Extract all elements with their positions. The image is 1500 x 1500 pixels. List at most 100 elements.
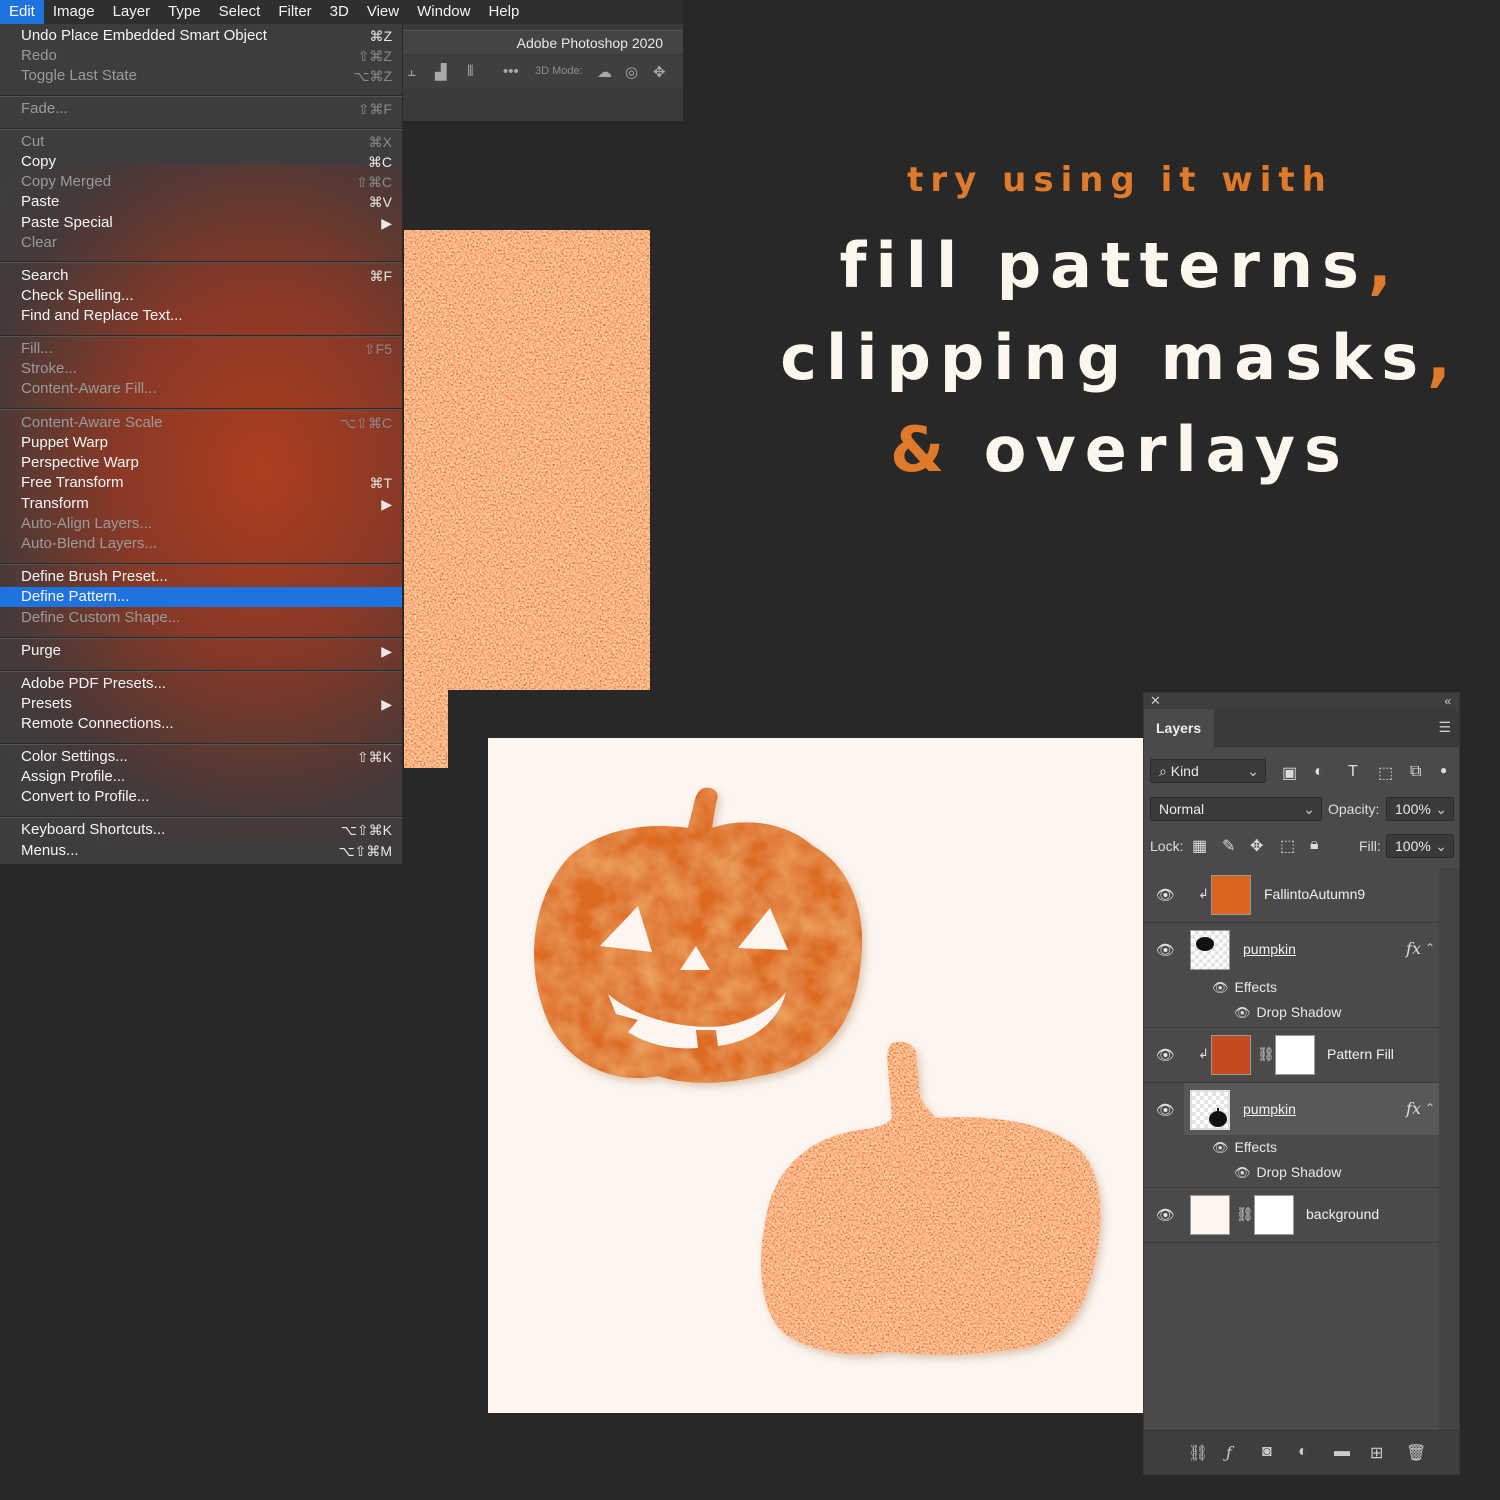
- chevron-up-icon[interactable]: ⌃: [1425, 1101, 1435, 1115]
- layer-row-background[interactable]: 👁︎ ⛓︎ background: [1144, 1188, 1439, 1243]
- close-icon[interactable]: ✕: [1150, 693, 1161, 709]
- menu-item-purge[interactable]: Purge ▶: [0, 641, 402, 661]
- menu-item-paste[interactable]: Paste ⌘V: [0, 192, 402, 212]
- menu-item-content-aware-scale[interactable]: Content-Aware Scale ⌥⇧⌘C: [0, 413, 402, 433]
- menu-item-fill[interactable]: Fill... ⇧F5: [0, 339, 402, 359]
- eye-icon[interactable]: 👁︎: [1234, 1005, 1251, 1020]
- add-mask-icon[interactable]: ◙: [1262, 1443, 1272, 1461]
- eye-icon[interactable]: 👁︎: [1156, 941, 1175, 959]
- lock-artboard-icon[interactable]: ⬚: [1280, 836, 1295, 856]
- menu-item-remote-connections[interactable]: Remote Connections...: [0, 714, 402, 734]
- menu-item-convert-to-profile[interactable]: Convert to Profile...: [0, 787, 402, 807]
- lock-all-icon[interactable]: 🔒︎: [1310, 836, 1319, 854]
- lock-transparency-icon[interactable]: ▦: [1192, 836, 1207, 856]
- layer-row-fallintoautumn9[interactable]: 👁︎ ↲ FallintoAutumn9: [1144, 868, 1439, 923]
- menu-item-auto-align-layers[interactable]: Auto-Align Layers...: [0, 514, 402, 534]
- add-layer-style-icon[interactable]: ƒ: [1226, 1443, 1232, 1462]
- opacity-field[interactable]: 100% ⌄: [1386, 797, 1454, 821]
- drop-shadow-row[interactable]: 👁︎ Drop Shadow: [1234, 1004, 1341, 1021]
- layer-name[interactable]: pumpkin: [1243, 941, 1296, 957]
- roll-3d-icon[interactable]: ◎: [625, 63, 638, 81]
- link-icon[interactable]: ⛓︎: [1236, 1206, 1254, 1223]
- lock-position-icon[interactable]: ✥: [1250, 836, 1263, 856]
- menu-item-perspective-warp[interactable]: Perspective Warp: [0, 453, 402, 473]
- menu-item-define-brush-preset[interactable]: Define Brush Preset...: [0, 567, 402, 587]
- collapse-icon[interactable]: «: [1444, 693, 1451, 709]
- layer-row-pumpkin-top[interactable]: 👁︎ pumpkin fx ⌃ 👁︎ Effects 👁︎ Drop Shadow: [1144, 923, 1439, 1028]
- layer-name[interactable]: FallintoAutumn9: [1264, 886, 1365, 902]
- menu-item-assign-profile[interactable]: Assign Profile...: [0, 767, 402, 787]
- menu-item-search[interactable]: Search ⌘F: [0, 266, 402, 286]
- filter-kind-dropdown[interactable]: ⌕ Kind ⌄: [1150, 759, 1266, 783]
- menu-filter[interactable]: Filter: [269, 0, 320, 24]
- smart-object-filter-icon[interactable]: ⧉: [1410, 763, 1421, 781]
- glitter-texture-document[interactable]: [404, 230, 650, 690]
- effects-row[interactable]: 👁︎ Effects: [1212, 979, 1277, 996]
- menu-item-copy[interactable]: Copy ⌘C: [0, 152, 402, 172]
- new-adjustment-layer-icon[interactable]: ◐: [1298, 1443, 1308, 1461]
- fx-icon[interactable]: fx: [1406, 939, 1421, 958]
- menu-item-check-spelling[interactable]: Check Spelling...: [0, 286, 402, 306]
- menu-item-copy-merged[interactable]: Copy Merged ⇧⌘C: [0, 172, 402, 192]
- distribute-icon[interactable]: ▟: [435, 63, 447, 81]
- menu-item-adobe-pdf-presets[interactable]: Adobe PDF Presets...: [0, 674, 402, 694]
- menu-item-keyboard-shortcuts[interactable]: Keyboard Shortcuts... ⌥⇧⌘K: [0, 820, 402, 840]
- menu-image[interactable]: Image: [44, 0, 104, 24]
- chevron-up-icon[interactable]: ⌃: [1425, 941, 1435, 955]
- fill-field[interactable]: 100% ⌄: [1386, 834, 1454, 858]
- menu-edit[interactable]: Edit: [0, 0, 44, 24]
- menu-layer[interactable]: Layer: [104, 0, 160, 24]
- pixel-layer-filter-icon[interactable]: ▣: [1282, 763, 1297, 783]
- menu-item-stroke[interactable]: Stroke...: [0, 359, 402, 379]
- panel-menu-icon[interactable]: ☰: [1438, 719, 1451, 736]
- link-icon[interactable]: ⛓︎: [1257, 1046, 1275, 1063]
- pan-3d-icon[interactable]: ✥: [653, 63, 666, 81]
- menu-item-paste-special[interactable]: Paste Special ▶: [0, 213, 402, 233]
- menu-item-toggle-last-state[interactable]: Toggle Last State ⌥⌘Z: [0, 66, 402, 86]
- menu-item-redo[interactable]: Redo ⇧⌘Z: [0, 46, 402, 66]
- eye-icon[interactable]: 👁︎: [1156, 1046, 1175, 1064]
- eye-icon[interactable]: 👁︎: [1212, 1140, 1229, 1155]
- blend-mode-dropdown[interactable]: Normal ⌄: [1150, 797, 1322, 821]
- menu-item-define-custom-shape[interactable]: Define Custom Shape...: [0, 608, 402, 628]
- lock-image-pixels-icon[interactable]: ✎: [1222, 836, 1235, 856]
- menu-item-find-and-replace-text[interactable]: Find and Replace Text...: [0, 306, 402, 326]
- menu-item-content-aware-fill[interactable]: Content-Aware Fill...: [0, 379, 402, 399]
- menu-type[interactable]: Type: [159, 0, 210, 24]
- layer-row-pumpkin-bottom[interactable]: 👁︎ pumpkin fx ⌃ 👁︎ Effects 👁︎ Drop Shadow: [1144, 1083, 1439, 1188]
- orbit-3d-icon[interactable]: ☁: [597, 63, 612, 81]
- menu-3d[interactable]: 3D: [321, 0, 358, 24]
- menu-item-color-settings[interactable]: Color Settings... ⇧⌘K: [0, 747, 402, 767]
- trash-icon[interactable]: 🗑︎: [1406, 1443, 1426, 1463]
- menu-item-free-transform[interactable]: Free Transform ⌘T: [0, 473, 402, 493]
- fx-icon[interactable]: fx: [1406, 1099, 1421, 1118]
- eye-icon[interactable]: 👁︎: [1156, 886, 1175, 904]
- menu-item-puppet-warp[interactable]: Puppet Warp: [0, 433, 402, 453]
- menu-item-auto-blend-layers[interactable]: Auto-Blend Layers...: [0, 534, 402, 554]
- adjustment-layer-filter-icon[interactable]: ◐: [1314, 763, 1324, 781]
- more-options-icon[interactable]: •••: [503, 63, 519, 80]
- layer-name[interactable]: background: [1306, 1206, 1379, 1222]
- menu-item-define-pattern[interactable]: Define Pattern...: [0, 587, 402, 607]
- menu-help[interactable]: Help: [479, 0, 528, 24]
- effects-row[interactable]: 👁︎ Effects: [1212, 1139, 1277, 1156]
- eye-icon[interactable]: 👁︎: [1212, 980, 1229, 995]
- link-layers-icon[interactable]: ⛓︎: [1188, 1443, 1208, 1463]
- layer-name[interactable]: Pattern Fill: [1327, 1046, 1394, 1062]
- shape-layer-filter-icon[interactable]: ⬚: [1378, 763, 1393, 783]
- type-layer-filter-icon[interactable]: T: [1348, 763, 1358, 781]
- eye-icon[interactable]: 👁︎: [1234, 1165, 1251, 1180]
- align-center-icon[interactable]: ⦀: [467, 63, 474, 80]
- menu-item-clear[interactable]: Clear: [0, 233, 402, 253]
- menu-item-fade[interactable]: Fade... ⇧⌘F: [0, 99, 402, 119]
- menu-item-cut[interactable]: Cut ⌘X: [0, 132, 402, 152]
- drop-shadow-row[interactable]: 👁︎ Drop Shadow: [1234, 1164, 1341, 1181]
- new-layer-icon[interactable]: ⊞: [1370, 1443, 1383, 1463]
- align-bottom-icon[interactable]: ⫠: [407, 63, 416, 80]
- tab-layers[interactable]: Layers: [1144, 709, 1214, 747]
- layer-name[interactable]: pumpkin: [1243, 1101, 1296, 1117]
- eye-icon[interactable]: 👁︎: [1156, 1101, 1175, 1119]
- document-canvas[interactable]: [488, 738, 1144, 1413]
- eye-icon[interactable]: 👁︎: [1156, 1206, 1175, 1224]
- layer-list-scrollbar[interactable]: [1439, 868, 1459, 1433]
